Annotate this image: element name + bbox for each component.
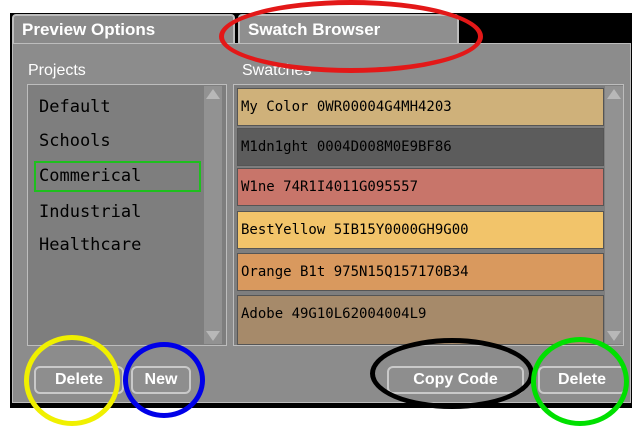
project-item-schools[interactable]: Schools — [39, 131, 111, 151]
annotation-ring-blue — [123, 342, 205, 418]
scroll-up-icon[interactable] — [206, 89, 220, 99]
tab-preview-options[interactable]: Preview Options — [12, 14, 235, 43]
project-item-industrial[interactable]: Industrial — [39, 202, 141, 222]
swatch-item[interactable]: M1dn1ght 0004D008M0E9BF86 — [237, 128, 604, 166]
scroll-down-icon[interactable] — [607, 331, 621, 341]
projects-scrollbar[interactable] — [204, 86, 222, 344]
swatch-item[interactable]: My Color 0WR00004G4MH4203 — [237, 88, 604, 126]
project-item-commerical[interactable]: Commerical — [39, 166, 141, 186]
projects-list[interactable]: Default Schools Commerical Industrial He… — [27, 84, 227, 346]
annotation-ring-yellow — [24, 335, 120, 426]
annotation-ring-black — [370, 338, 534, 409]
swatch-item[interactable]: Orange B1t 975N15Q157170B34 — [237, 253, 604, 291]
scroll-up-icon[interactable] — [607, 89, 621, 99]
swatch-item[interactable]: BestYellow 5IB15Y0000GH9G00 — [237, 211, 604, 249]
annotation-ring-red — [219, 0, 483, 73]
project-item-default[interactable]: Default — [39, 97, 111, 117]
projects-heading: Projects — [28, 62, 86, 79]
scroll-down-icon[interactable] — [206, 331, 220, 341]
swatches-scrollbar[interactable] — [605, 86, 623, 344]
swatch-item[interactable]: Adobe 49G10L62004004L9 — [237, 295, 604, 345]
annotation-ring-green — [531, 337, 629, 426]
swatch-item[interactable]: W1ne 74R1I4011G095557 — [237, 168, 604, 206]
swatches-list[interactable]: My Color 0WR00004G4MH4203 M1dn1ght 0004D… — [233, 84, 624, 346]
project-item-healthcare[interactable]: Healthcare — [39, 235, 141, 255]
